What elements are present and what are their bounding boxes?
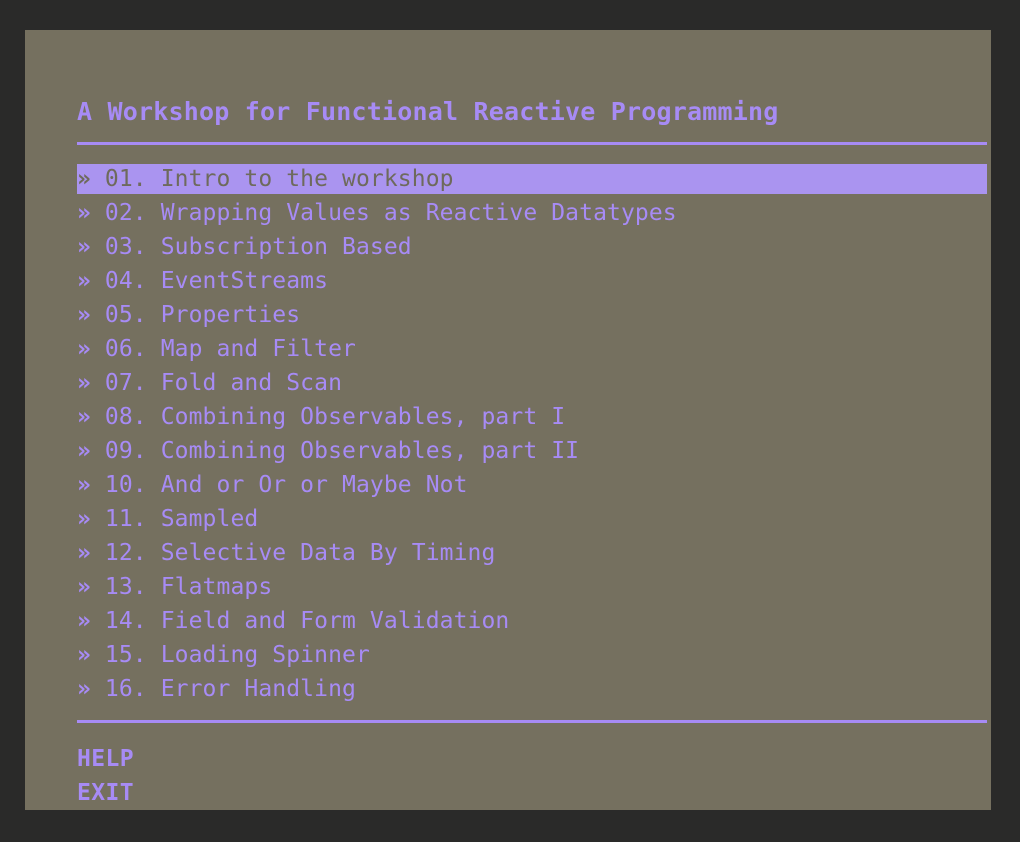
menu-item-label: Sampled bbox=[160, 506, 259, 532]
menu-item-number: 08. bbox=[104, 404, 147, 430]
menu-item-number: 12. bbox=[104, 540, 147, 566]
chevron-right-icon: » bbox=[77, 404, 91, 430]
menu-item-01[interactable]: » 01. Intro to the workshop bbox=[25, 164, 991, 198]
menu-item-number: 16. bbox=[104, 676, 147, 702]
menu-item-16[interactable]: » 16. Error Handling bbox=[25, 674, 991, 708]
menu-item-04[interactable]: » 04. EventStreams bbox=[25, 266, 991, 300]
chevron-right-icon: » bbox=[77, 336, 91, 362]
menu-item-label: Loading Spinner bbox=[160, 642, 370, 668]
header-divider bbox=[77, 142, 987, 145]
menu-item-15[interactable]: » 15. Loading Spinner bbox=[25, 640, 991, 674]
menu-item-text: » 13. Flatmaps bbox=[77, 572, 272, 602]
menu-item-number: 15. bbox=[104, 642, 147, 668]
menu-item-label: Error Handling bbox=[160, 676, 356, 702]
menu-item-text: » 12. Selective Data By Timing bbox=[77, 538, 495, 568]
menu-item-number: 04. bbox=[104, 268, 147, 294]
menu-item-05[interactable]: » 05. Properties bbox=[25, 300, 991, 334]
menu-item-label: Intro to the workshop bbox=[160, 166, 454, 192]
menu-item-label: Fold and Scan bbox=[160, 370, 343, 396]
menu-item-number: 10. bbox=[104, 472, 147, 498]
menu-item-number: 06. bbox=[104, 336, 147, 362]
menu-item-number: 02. bbox=[104, 200, 147, 226]
menu-item-label: Selective Data By Timing bbox=[160, 540, 496, 566]
chevron-right-icon: » bbox=[77, 676, 91, 702]
menu-item-11[interactable]: » 11. Sampled bbox=[25, 504, 991, 538]
menu-item-text: » 06. Map and Filter bbox=[77, 334, 356, 364]
menu-item-label: Wrapping Values as Reactive Datatypes bbox=[160, 200, 677, 226]
menu-item-number: 07. bbox=[104, 370, 147, 396]
chevron-right-icon: » bbox=[77, 166, 91, 192]
menu-item-number: 11. bbox=[104, 506, 147, 532]
menu-item-text: » 16. Error Handling bbox=[77, 674, 356, 704]
terminal-panel: A Workshop for Functional Reactive Progr… bbox=[25, 30, 991, 810]
chevron-right-icon: » bbox=[77, 302, 91, 328]
menu-item-number: 09. bbox=[104, 438, 147, 464]
menu-item-text: » 04. EventStreams bbox=[77, 266, 328, 296]
footer-action-exit[interactable]: EXIT bbox=[77, 776, 134, 810]
menu-item-text: » 10. And or Or or Maybe Not bbox=[77, 470, 468, 500]
chevron-right-icon: » bbox=[77, 268, 91, 294]
menu-item-number: 14. bbox=[104, 608, 147, 634]
menu-item-13[interactable]: » 13. Flatmaps bbox=[25, 572, 991, 606]
menu-item-label: Subscription Based bbox=[160, 234, 412, 260]
page-title: A Workshop for Functional Reactive Progr… bbox=[77, 97, 779, 126]
menu-item-number: 05. bbox=[104, 302, 147, 328]
menu-item-number: 03. bbox=[104, 234, 147, 260]
menu-item-label: Field and Form Validation bbox=[160, 608, 510, 634]
chevron-right-icon: » bbox=[77, 540, 91, 566]
menu-item-number: 13. bbox=[104, 574, 147, 600]
menu-item-label: Combining Observables, part II bbox=[160, 438, 580, 464]
menu-item-text: » 08. Combining Observables, part I bbox=[77, 402, 565, 432]
application-root: A Workshop for Functional Reactive Progr… bbox=[0, 0, 1020, 842]
chevron-right-icon: » bbox=[77, 472, 91, 498]
menu-item-text: » 09. Combining Observables, part II bbox=[77, 436, 579, 466]
menu-item-text: » 05. Properties bbox=[77, 300, 300, 330]
menu-item-text: » 02. Wrapping Values as Reactive Dataty… bbox=[77, 198, 677, 228]
menu-item-12[interactable]: » 12. Selective Data By Timing bbox=[25, 538, 991, 572]
menu-item-text: » 14. Field and Form Validation bbox=[77, 606, 509, 636]
menu-item-03[interactable]: » 03. Subscription Based bbox=[25, 232, 991, 266]
menu-item-number: 01. bbox=[104, 166, 147, 192]
footer-actions: HELP EXIT bbox=[77, 742, 134, 810]
menu-item-text: » 01. Intro to the workshop bbox=[77, 164, 454, 194]
menu-item-14[interactable]: » 14. Field and Form Validation bbox=[25, 606, 991, 640]
menu-item-label: Flatmaps bbox=[160, 574, 273, 600]
menu-item-label: Map and Filter bbox=[160, 336, 356, 362]
chevron-right-icon: » bbox=[77, 642, 91, 668]
workshop-menu-list: » 01. Intro to the workshop» 02. Wrappin… bbox=[25, 164, 991, 708]
chevron-right-icon: » bbox=[77, 370, 91, 396]
chevron-right-icon: » bbox=[77, 200, 91, 226]
menu-item-09[interactable]: » 09. Combining Observables, part II bbox=[25, 436, 991, 470]
chevron-right-icon: » bbox=[77, 438, 91, 464]
footer-divider bbox=[77, 720, 987, 723]
menu-item-text: » 11. Sampled bbox=[77, 504, 258, 534]
chevron-right-icon: » bbox=[77, 234, 91, 260]
menu-item-text: » 03. Subscription Based bbox=[77, 232, 412, 262]
menu-item-label: Combining Observables, part I bbox=[160, 404, 566, 430]
chevron-right-icon: » bbox=[77, 608, 91, 634]
menu-item-08[interactable]: » 08. Combining Observables, part I bbox=[25, 402, 991, 436]
menu-item-label: EventStreams bbox=[160, 268, 329, 294]
menu-item-text: » 15. Loading Spinner bbox=[77, 640, 370, 670]
menu-item-06[interactable]: » 06. Map and Filter bbox=[25, 334, 991, 368]
chevron-right-icon: » bbox=[77, 506, 91, 532]
footer-action-help[interactable]: HELP bbox=[77, 742, 134, 776]
menu-item-07[interactable]: » 07. Fold and Scan bbox=[25, 368, 991, 402]
menu-item-text: » 07. Fold and Scan bbox=[77, 368, 342, 398]
menu-item-label: And or Or or Maybe Not bbox=[160, 472, 468, 498]
menu-item-02[interactable]: » 02. Wrapping Values as Reactive Dataty… bbox=[25, 198, 991, 232]
chevron-right-icon: » bbox=[77, 574, 91, 600]
menu-item-label: Properties bbox=[160, 302, 301, 328]
menu-item-10[interactable]: » 10. And or Or or Maybe Not bbox=[25, 470, 991, 504]
